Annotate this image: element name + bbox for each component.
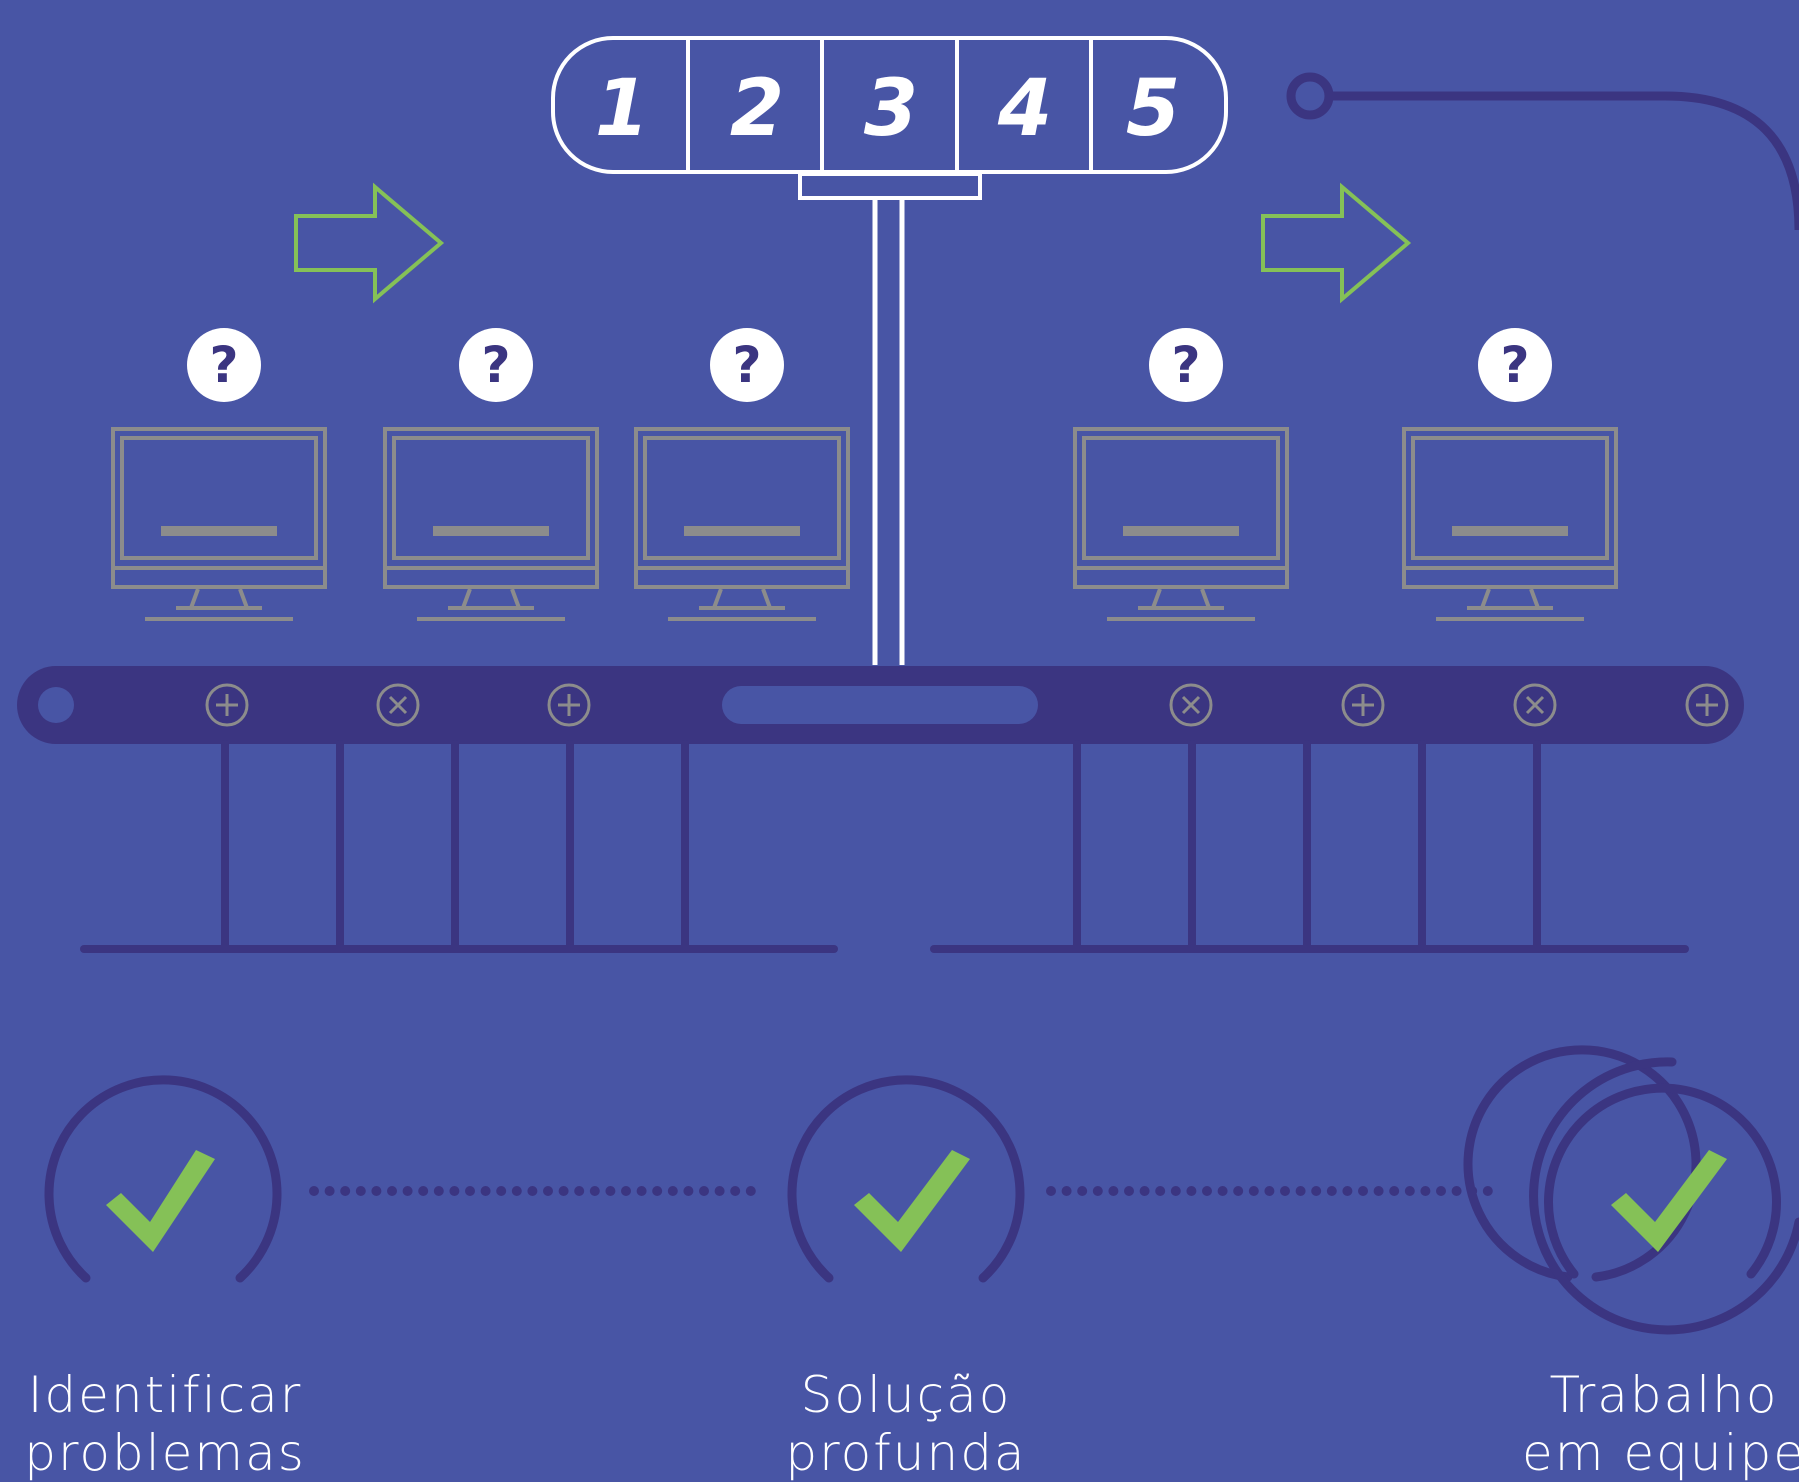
monitor-3: ? — [634, 328, 850, 621]
question-mark-icon: ? — [481, 336, 510, 394]
step-3: 3 — [864, 64, 918, 154]
question-badge: ? — [187, 328, 261, 402]
rack-structure — [80, 740, 1689, 953]
question-mark-icon: ? — [1500, 336, 1529, 394]
monitor-4: ? — [1073, 328, 1289, 621]
step-1: 1 — [595, 64, 649, 154]
stage-2-gauge — [787, 1075, 1025, 1283]
process-diagram: 1 2 3 4 5 ????? Identificar problemas So… — [0, 0, 1799, 1482]
monitor-icon — [1073, 427, 1289, 621]
rail-end-dot — [38, 687, 74, 723]
question-mark-icon: ? — [732, 336, 761, 394]
question-badge: ? — [459, 328, 533, 402]
stage-label-1: Identificar problemas — [24, 1366, 306, 1482]
monitor-2: ? — [383, 328, 599, 621]
dotted-connector — [1046, 1186, 1493, 1196]
monitor-icon — [1402, 427, 1618, 621]
stage-label-2: Solução profunda — [785, 1366, 1027, 1482]
question-badge: ? — [1149, 328, 1223, 402]
indicator-stand — [798, 172, 982, 665]
monitor-icon — [111, 427, 327, 621]
step-indicator: 1 2 3 4 5 — [551, 36, 1228, 174]
dotted-connector — [309, 1186, 756, 1196]
question-mark-icon: ? — [1171, 336, 1200, 394]
monitor-5: ? — [1402, 328, 1618, 621]
check-icon — [1611, 1150, 1727, 1252]
question-badge: ? — [1478, 328, 1552, 402]
conveyor-rail — [17, 666, 1744, 744]
question-mark-icon: ? — [209, 336, 238, 394]
monitor-1: ? — [111, 328, 327, 621]
monitor-icon — [383, 427, 599, 621]
stage-1-gauge — [44, 1075, 282, 1283]
step-5: 5 — [1126, 64, 1180, 154]
check-icon — [106, 1150, 215, 1252]
monitor-group: ????? — [111, 328, 1618, 621]
rail-slot — [722, 686, 1038, 724]
stage-label-3: Trabalho em equipe — [1522, 1366, 1799, 1482]
question-badge: ? — [710, 328, 784, 402]
diagram-canvas: 1 2 3 4 5 ????? — [17, 36, 1799, 1335]
arrow-right-icon — [294, 182, 445, 304]
step-2: 2 — [730, 64, 784, 154]
check-icon — [854, 1150, 970, 1252]
monitor-icon — [634, 427, 850, 621]
arrow-right-icon — [1261, 182, 1412, 304]
stage-3-gauge — [1463, 1045, 1799, 1335]
step-4: 4 — [997, 64, 1052, 154]
